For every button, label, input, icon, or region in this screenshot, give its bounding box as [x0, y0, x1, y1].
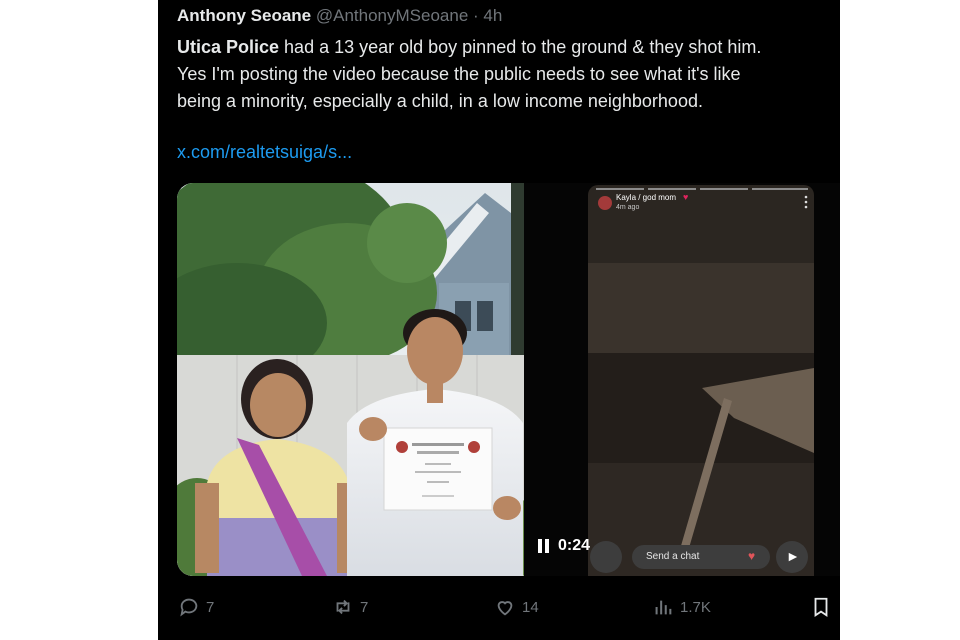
- reaction-icon[interactable]: ♥: [748, 549, 755, 563]
- tweet-text-line-3: being a minority, especially a child, in…: [177, 91, 703, 111]
- like-count: 14: [522, 598, 539, 616]
- bookmark-icon: [814, 597, 828, 617]
- pause-button[interactable]: [538, 539, 550, 553]
- tweet-card: Anthony Seoane @AnthonyMSeoane · 4h Utic…: [158, 0, 840, 640]
- send-icon[interactable]: ►: [786, 548, 800, 564]
- tweet-text-line-1: Utica Police had a 13 year old boy pinne…: [177, 34, 840, 61]
- video-duration: 0:24: [558, 537, 591, 554]
- pause-icon: [538, 539, 542, 553]
- tweet-header: Anthony Seoane @AnthonyMSeoane · 4h: [177, 6, 502, 26]
- tweet-media[interactable]: Kayla / god mom ♥ 4m ago Send a chat ♥ ►…: [177, 183, 840, 576]
- pause-icon-bar: [545, 539, 549, 553]
- bookmark-button[interactable]: [810, 596, 832, 618]
- repost-button[interactable]: 7: [332, 596, 368, 618]
- tweet-time[interactable]: 4h: [483, 6, 502, 25]
- author-handle[interactable]: @AnthonyMSeoane: [316, 6, 468, 25]
- video-frame: [524, 183, 840, 576]
- tweet-text-line-1-rest: had a 13 year old boy pinned to the grou…: [279, 37, 762, 57]
- author-name[interactable]: Anthony Seoane: [177, 6, 311, 25]
- separator-dot: ·: [473, 6, 479, 25]
- photo-panel[interactable]: [177, 183, 524, 576]
- story-avatar: [598, 196, 612, 210]
- tweet-link[interactable]: x.com/realtetsuiga/s...: [177, 142, 352, 163]
- repost-icon: [336, 599, 350, 615]
- action-bar: 7 7 14 1.7K: [158, 590, 840, 626]
- reply-button[interactable]: 7: [178, 596, 214, 618]
- view-count: 1.7K: [680, 598, 711, 616]
- story-time: 4m ago: [616, 204, 640, 211]
- views-button[interactable]: 1.7K: [652, 596, 711, 618]
- video-panel[interactable]: Kayla / god mom ♥ 4m ago Send a chat ♥ ►…: [524, 183, 840, 576]
- tweet-text-bold: Utica Police: [177, 37, 280, 57]
- like-button[interactable]: 14: [494, 596, 539, 618]
- story-name: Kayla / god mom: [616, 193, 677, 202]
- reply-icon: [180, 598, 198, 617]
- camera-button-bg: [590, 541, 622, 573]
- views-icon: [655, 600, 672, 615]
- heart-icon: ♥: [683, 192, 689, 202]
- story-more-icon[interactable]: [804, 195, 808, 209]
- reply-count: 7: [206, 598, 215, 616]
- graduation-photo: [177, 183, 524, 576]
- heart-outline-icon: [497, 601, 513, 616]
- tweet-text-line-2: Yes I'm posting the video because the pu…: [177, 64, 741, 84]
- repost-count: 7: [360, 598, 369, 616]
- tweet-text: Utica Police had a 13 year old boy pinne…: [177, 34, 840, 115]
- chat-input[interactable]: Send a chat: [646, 551, 699, 562]
